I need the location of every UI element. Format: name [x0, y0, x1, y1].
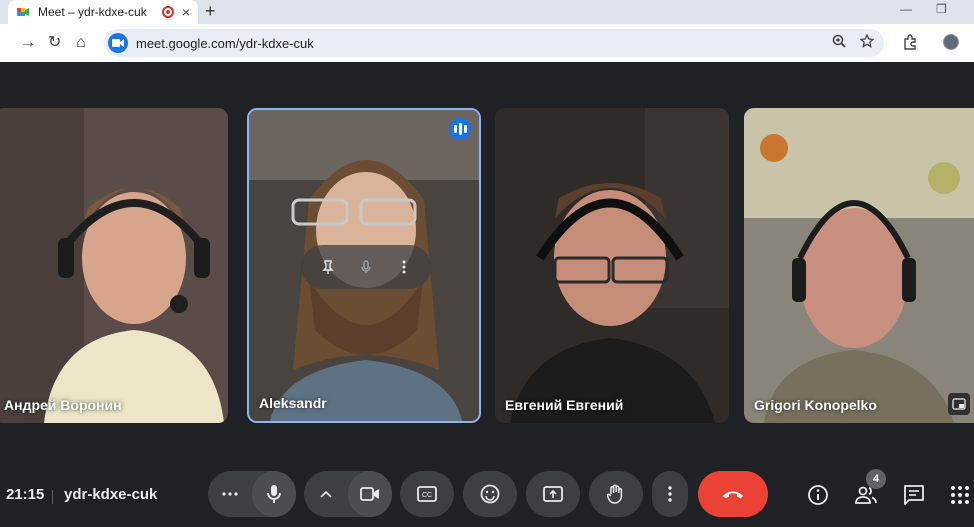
forward-button[interactable]: → — [20, 34, 36, 52]
tab-close-icon[interactable]: × — [182, 5, 190, 19]
reload-button[interactable]: ↻ — [48, 34, 61, 52]
meeting-controls-bar: 21:15 ydr-kdxe-cuk CC 4 — [0, 467, 974, 527]
zoom-icon[interactable] — [832, 34, 846, 48]
info-icon — [808, 485, 828, 505]
leave-call-button[interactable] — [698, 471, 768, 517]
svg-text:CC: CC — [422, 492, 432, 499]
browser-toolbar: → ↻ ⌂ meet.google.com/ydr-kdxe-cuk — [0, 24, 974, 62]
present-to-all-icon — [543, 486, 563, 502]
profile-avatar[interactable] — [943, 34, 959, 50]
more-vert-icon — [668, 486, 672, 502]
meeting-code: ydr-kdxe-cuk — [64, 486, 158, 503]
participant-name: Aleksandr — [259, 395, 327, 411]
participant-video — [495, 108, 729, 423]
mute-participant-mic-icon[interactable] — [355, 256, 377, 278]
activities-button[interactable] — [948, 483, 972, 507]
emoji-icon — [480, 484, 500, 504]
participant-video — [0, 108, 228, 423]
participant-tile[interactable]: Grigori Konopelko — [744, 108, 974, 423]
tab-title: Meet – ydr-kdxe-cuk — [38, 5, 147, 19]
pin-icon[interactable] — [317, 256, 339, 278]
home-button[interactable]: ⌂ — [76, 34, 86, 52]
meeting-stage: Андрей Воронин Aleksandr Евгений Евгений… — [0, 62, 974, 467]
microphone-button[interactable] — [252, 471, 296, 517]
participant-name: Евгений Евгений — [505, 397, 624, 413]
more-vert-icon[interactable] — [393, 256, 415, 278]
closed-captions-icon: CC — [417, 486, 437, 502]
participant-name: Grigori Konopelko — [754, 397, 877, 413]
address-bar[interactable]: meet.google.com/ydr-kdxe-cuk — [104, 29, 884, 57]
tile-hover-controls — [301, 245, 431, 289]
videocam-icon — [360, 487, 379, 501]
site-camera-icon — [108, 33, 128, 53]
hand-icon — [607, 484, 623, 504]
browser-tab-bar: Meet – ydr-kdxe-cuk × + — ❐ — [0, 0, 974, 24]
chevron-up-icon[interactable] — [304, 490, 348, 498]
mic-control-group — [208, 471, 296, 517]
bookmark-star-icon[interactable] — [860, 34, 874, 48]
mic-icon — [267, 485, 281, 503]
participant-tile-active[interactable]: Aleksandr — [247, 108, 481, 423]
camera-control-group — [304, 471, 392, 517]
maximize-button[interactable]: ❐ — [936, 2, 947, 16]
extensions-icon[interactable] — [902, 34, 918, 50]
picture-in-picture-icon[interactable] — [948, 393, 970, 415]
camera-button[interactable] — [348, 471, 392, 517]
more-options-button[interactable] — [652, 471, 688, 517]
current-time: 21:15 — [6, 486, 45, 503]
captions-button[interactable]: CC — [400, 471, 454, 517]
reactions-button[interactable] — [463, 471, 517, 517]
audio-options-icon[interactable] — [208, 492, 252, 496]
apps-grid-icon — [951, 486, 969, 504]
recording-icon — [161, 6, 174, 18]
people-count-badge: 4 — [866, 469, 886, 489]
chat-button[interactable] — [902, 483, 926, 507]
participant-name: Андрей Воронин — [4, 397, 122, 413]
call-end-icon — [723, 491, 743, 499]
browser-tab[interactable]: Meet – ydr-kdxe-cuk × — [8, 0, 198, 24]
present-screen-button[interactable] — [526, 471, 580, 517]
minimize-button[interactable]: — — [900, 2, 912, 16]
meet-favicon-icon — [17, 8, 29, 16]
participant-tile[interactable]: Евгений Евгений — [495, 108, 729, 423]
speaking-indicator-icon — [449, 118, 471, 140]
divider — [52, 490, 53, 504]
chat-icon — [904, 485, 924, 505]
participant-tile[interactable]: Андрей Воронин — [0, 108, 228, 423]
url-text: meet.google.com/ydr-kdxe-cuk — [136, 35, 314, 51]
raise-hand-button[interactable] — [589, 471, 643, 517]
meeting-details-button[interactable] — [806, 483, 830, 507]
participant-video — [744, 108, 974, 423]
new-tab-button[interactable]: + — [205, 2, 216, 20]
